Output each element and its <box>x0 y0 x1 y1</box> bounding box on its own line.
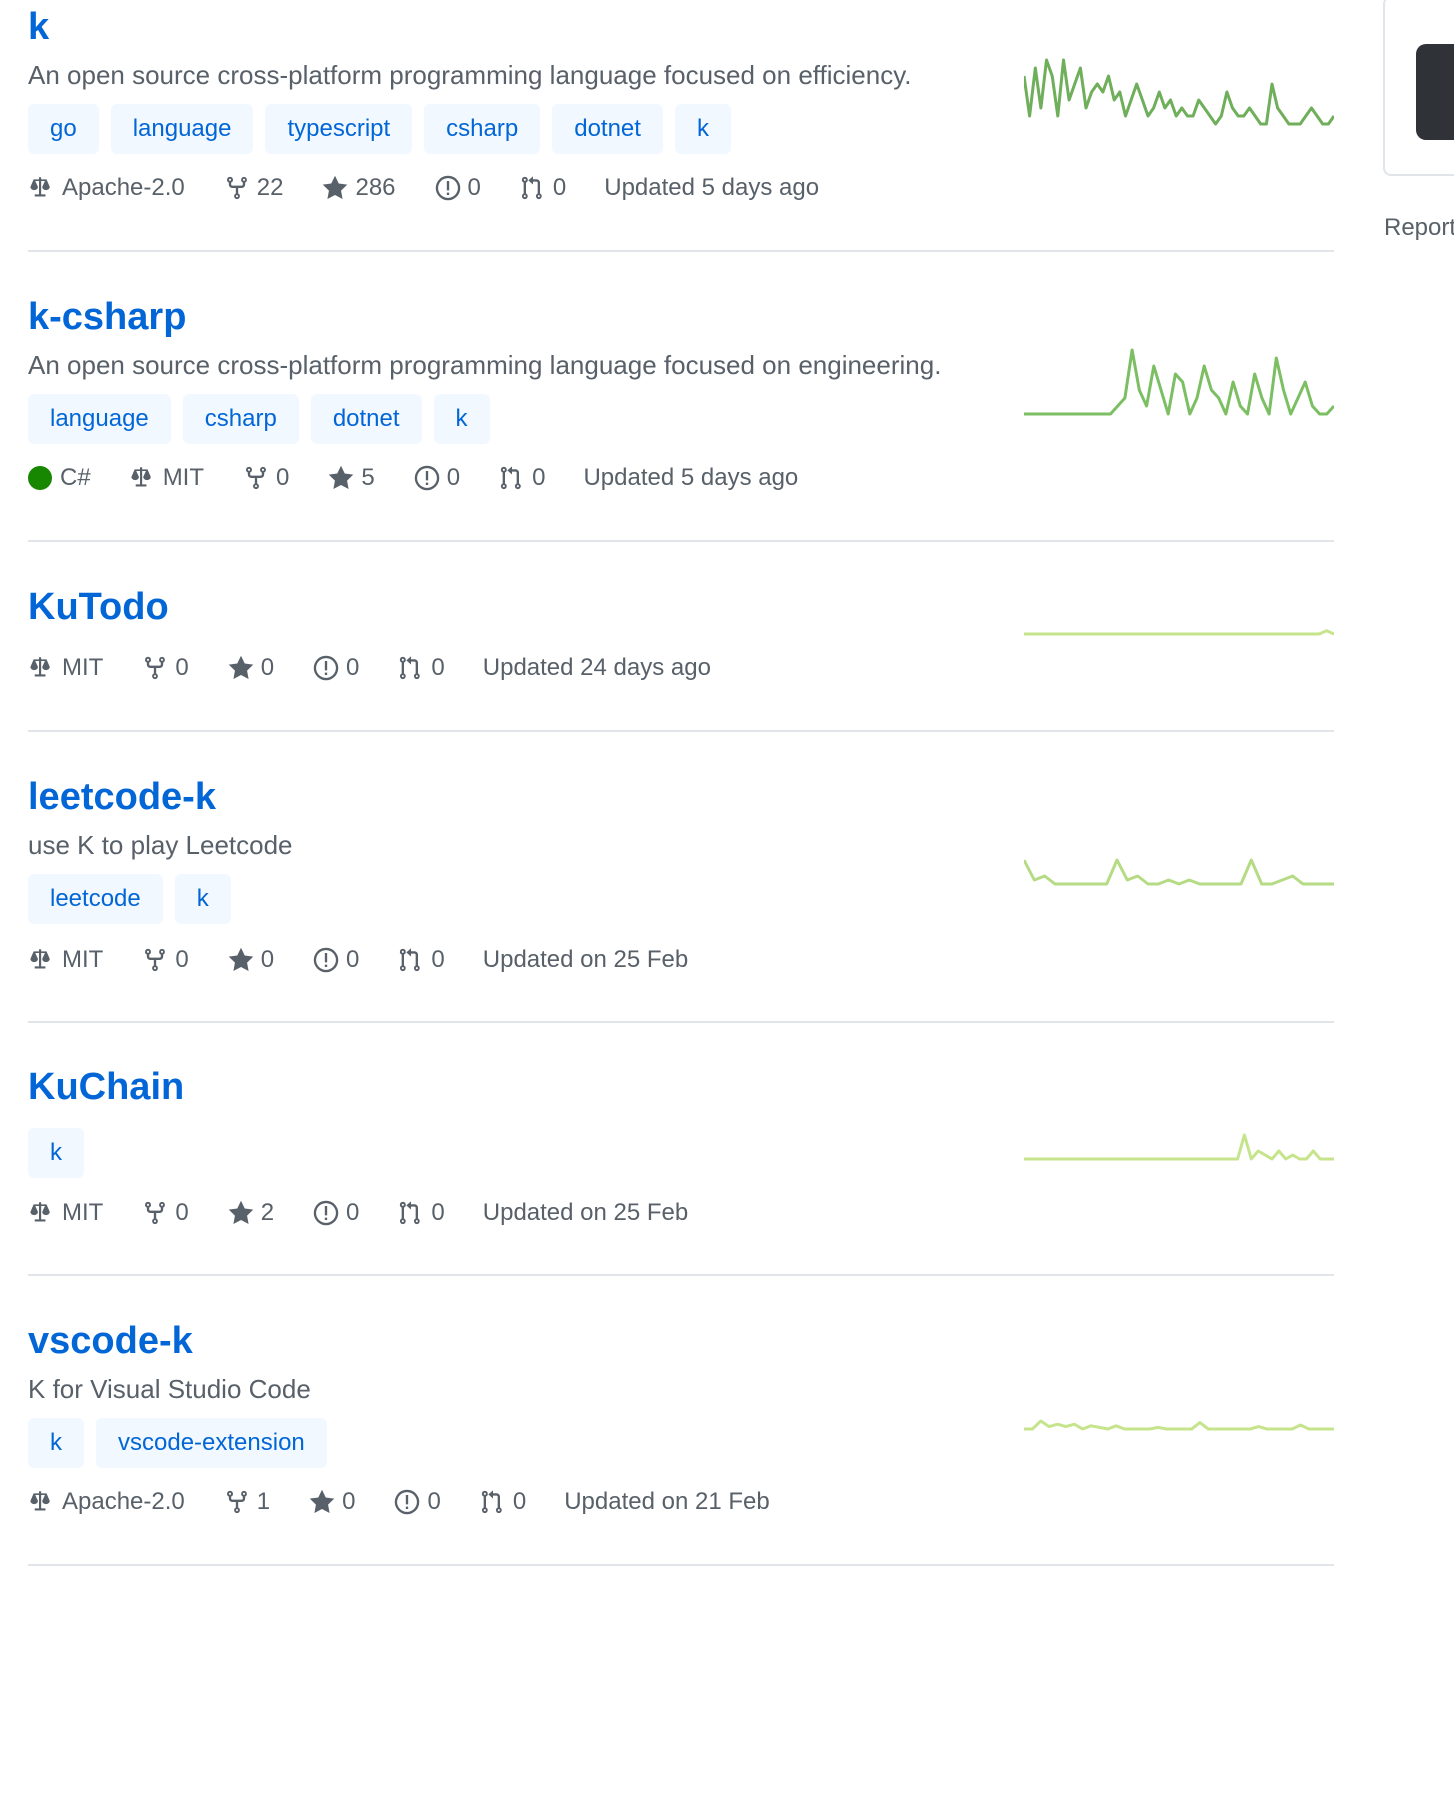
activity-sparkline <box>1024 1419 1334 1431</box>
pull-requests-link[interactable]: 0 <box>479 1488 526 1516</box>
topic-tag[interactable]: vscode-extension <box>96 1418 327 1468</box>
updated-timestamp: Updated on 21 Feb <box>564 1488 770 1515</box>
repo-divider <box>28 1564 1334 1566</box>
repo-forked-icon <box>226 1490 247 1514</box>
report-link[interactable]: Report <box>1384 214 1454 242</box>
pull-requests-count: 0 <box>512 1488 527 1515</box>
license-count: Apache-2.0 <box>62 1488 185 1515</box>
forks-count: 1 <box>256 1488 271 1515</box>
repo-item: vscode-k K for Visual Studio Code k vscode-… <box>28 0 1334 1564</box>
sidebar-avatar[interactable] <box>1416 44 1454 140</box>
issues-count: 0 <box>427 1488 441 1515</box>
issue-opened-icon <box>395 1489 420 1515</box>
repo-description: K for Visual Studio Code <box>28 1374 311 1404</box>
repo-name-link[interactable]: vscode-k <box>28 1318 193 1364</box>
sparkline-path <box>1024 1419 1334 1431</box>
issues-link[interactable]: 0 <box>393 1488 441 1516</box>
git-pull-request-icon <box>481 1490 502 1514</box>
stars-count: 0 <box>342 1488 356 1515</box>
topic-tag[interactable]: k <box>28 1418 84 1468</box>
stars-link[interactable]: 0 <box>308 1488 355 1516</box>
star-icon <box>309 1489 335 1513</box>
forks-link[interactable]: 1 <box>223 1488 270 1516</box>
topic-list: k vscode-extension <box>28 1418 327 1468</box>
law-icon <box>30 1491 50 1511</box>
license-link[interactable]: Apache-2.0 <box>28 1488 185 1516</box>
repo-meta: Apache-2.0 1 0 0 0 Updated on 21 Feb <box>28 1488 808 1516</box>
